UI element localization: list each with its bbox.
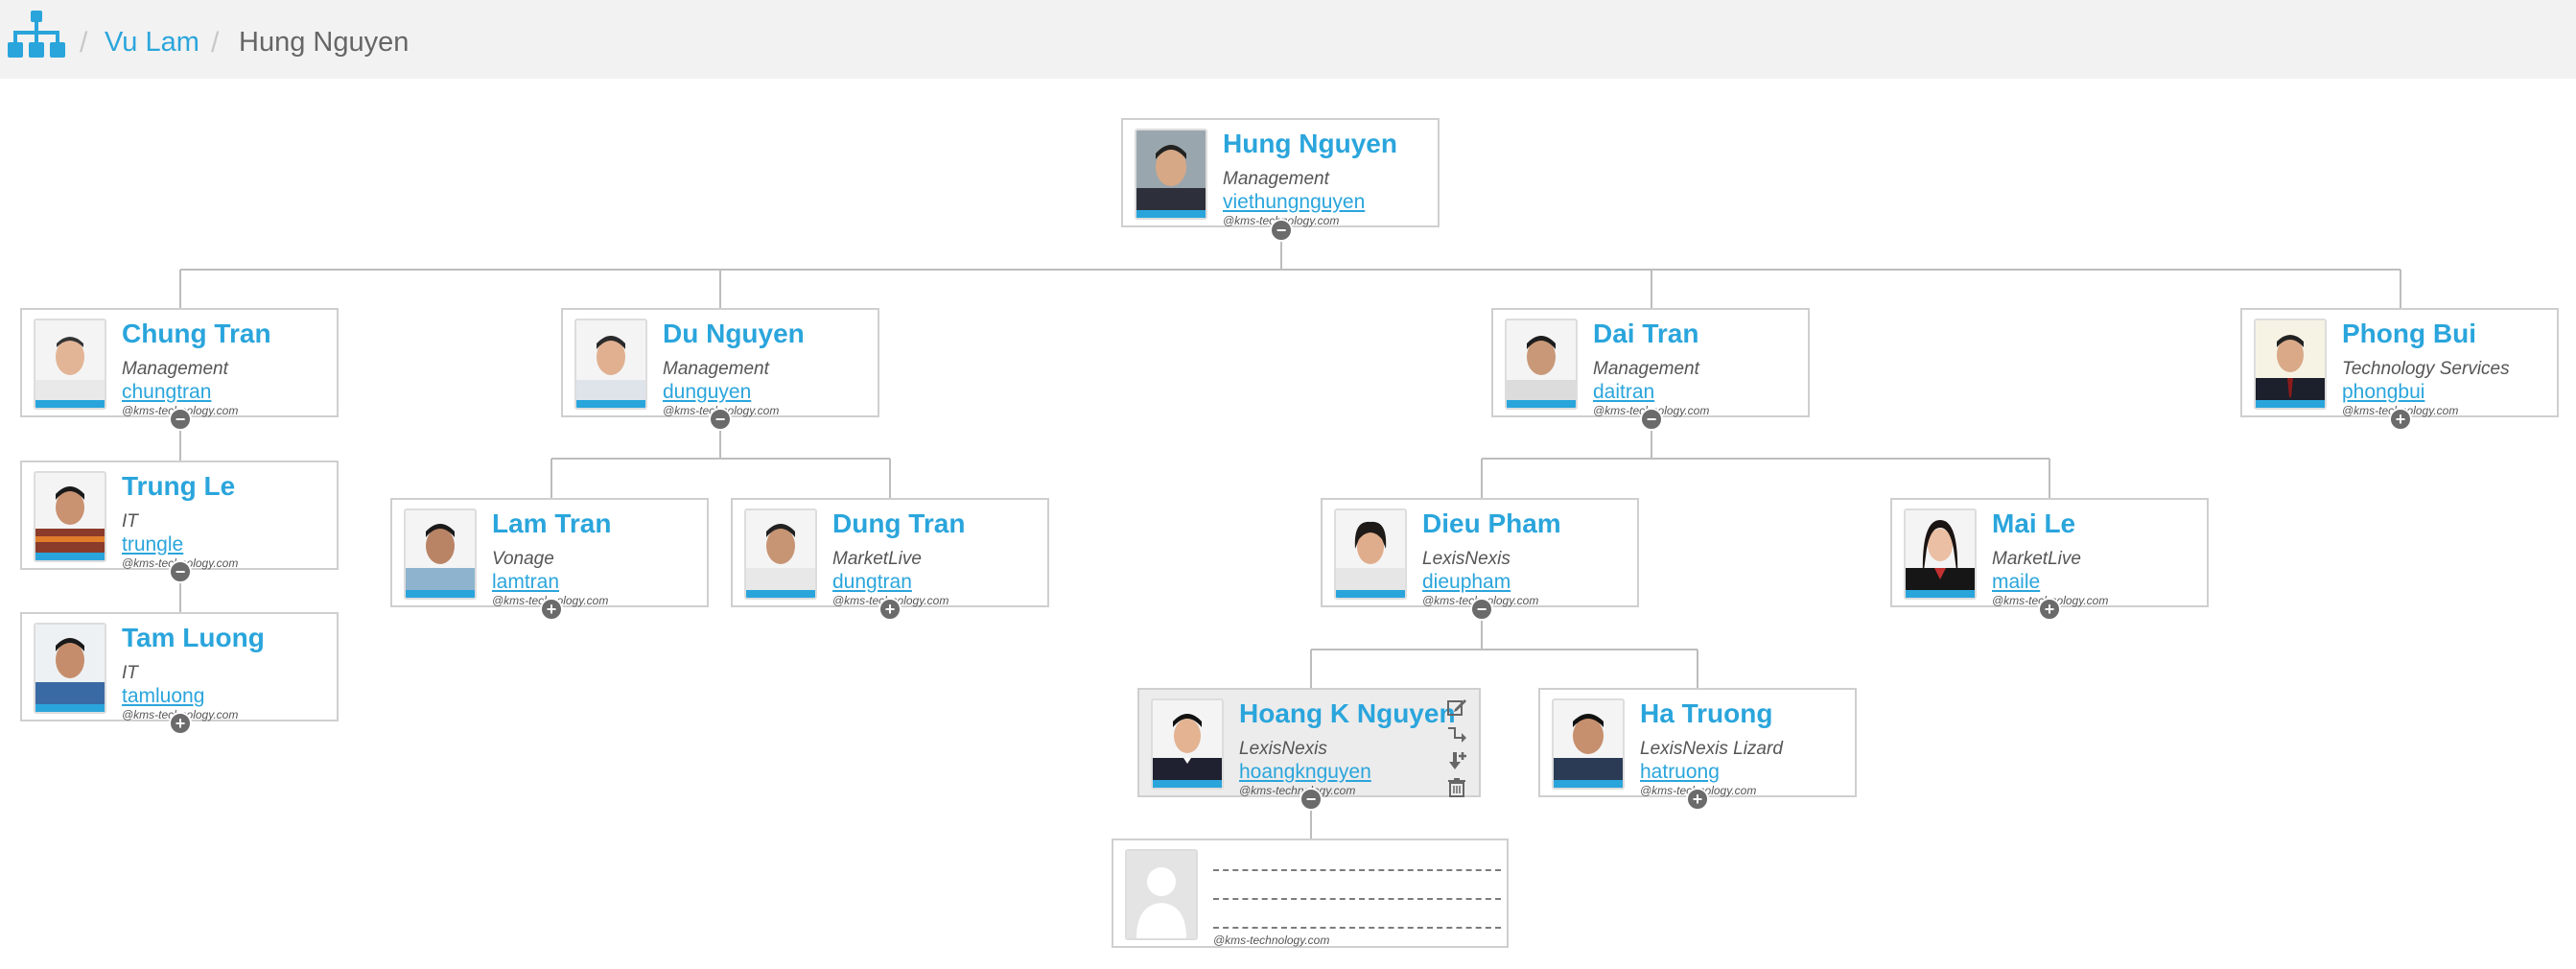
person-name: Du Nguyen [663, 319, 805, 348]
expand-toggle-icon[interactable]: + [878, 598, 902, 621]
org-card-trung-le[interactable]: Trung Le IT trungle @kms-technology.com [20, 461, 339, 570]
person-name: Dai Tran [1593, 319, 1699, 348]
placeholder-name-line [1213, 869, 1501, 871]
person-department: MarketLive [832, 549, 922, 569]
person-name: Hoang K Nguyen [1239, 698, 1456, 728]
avatar [34, 623, 106, 714]
avatar [404, 508, 477, 600]
org-card-du-nguyen[interactable]: Du Nguyen Management dunguyen @kms-techn… [561, 308, 879, 417]
collapse-toggle-icon[interactable]: − [1300, 788, 1323, 811]
person-username-link[interactable]: dunguyen [663, 381, 751, 404]
expand-toggle-icon[interactable]: + [2038, 598, 2061, 621]
person-department: IT [122, 663, 138, 683]
person-name: Chung Tran [122, 319, 271, 348]
person-department: Management [122, 359, 228, 379]
person-name: Phong Bui [2342, 319, 2476, 348]
card-action-toolbar [1444, 694, 1469, 801]
org-card-hung-nguyen[interactable]: Hung Nguyen Management viethungnguyen @k… [1121, 118, 1440, 227]
person-email-domain: @kms-technology.com [1213, 934, 1330, 947]
person-username-link[interactable]: maile [1992, 571, 2040, 594]
collapse-toggle-icon[interactable]: − [169, 560, 192, 583]
add-child-icon[interactable] [1444, 747, 1469, 774]
avatar [574, 319, 647, 410]
placeholder-department-line [1213, 898, 1501, 900]
person-department: LexisNexis [1422, 549, 1510, 569]
org-card-dieu-pham[interactable]: Dieu Pham LexisNexis dieupham @kms-techn… [1321, 498, 1639, 607]
expand-toggle-icon[interactable]: + [2389, 408, 2412, 431]
edit-icon[interactable] [1444, 694, 1469, 721]
person-name: Mai Le [1992, 508, 2076, 538]
collapse-toggle-icon[interactable]: − [1470, 598, 1493, 621]
person-username-link[interactable]: hoangknguyen [1239, 761, 1371, 784]
person-username-link[interactable]: trungle [122, 533, 183, 556]
person-username-link[interactable]: lamtran [492, 571, 559, 594]
org-card-mai-le[interactable]: Mai Le MarketLive maile @kms-technology.… [1890, 498, 2209, 607]
person-department: Vonage [492, 549, 554, 569]
avatar [1505, 319, 1578, 410]
expand-toggle-icon[interactable]: + [540, 598, 563, 621]
avatar [2254, 319, 2327, 410]
person-name: Lam Tran [492, 508, 612, 538]
person-username-link[interactable]: daitran [1593, 381, 1654, 404]
org-card-tam-luong[interactable]: Tam Luong IT tamluong @kms-technology.co… [20, 612, 339, 721]
person-username-link[interactable]: chungtran [122, 381, 211, 404]
org-card-phong-bui[interactable]: Phong Bui Technology Services phongbui @… [2240, 308, 2559, 417]
person-silhouette-icon [1125, 849, 1198, 940]
person-username-link[interactable]: phongbui [2342, 381, 2424, 404]
person-email-domain: @kms-technology.com [1239, 784, 1356, 797]
trash-icon[interactable] [1444, 774, 1469, 801]
person-username-link[interactable]: dungtran [832, 571, 912, 594]
org-card-dai-tran[interactable]: Dai Tran Management daitran @kms-technol… [1491, 308, 1810, 417]
collapse-toggle-icon[interactable]: − [1270, 219, 1293, 242]
collapse-toggle-icon[interactable]: − [709, 408, 732, 431]
person-department: MarketLive [1992, 549, 2081, 569]
person-name: Hung Nguyen [1223, 129, 1397, 158]
org-card-lam-tran[interactable]: Lam Tran Vonage lamtran @kms-technology.… [390, 498, 709, 607]
avatar [34, 471, 106, 562]
collapse-toggle-icon[interactable]: − [1640, 408, 1663, 431]
org-card-ha-truong[interactable]: Ha Truong LexisNexis Lizard hatruong @km… [1538, 688, 1857, 797]
avatar [744, 508, 817, 600]
person-username-link[interactable]: tamluong [122, 685, 204, 708]
person-department: Management [1593, 359, 1699, 379]
person-department: LexisNexis Lizard [1640, 739, 1783, 759]
org-card-dung-tran[interactable]: Dung Tran MarketLive dungtran @kms-techn… [731, 498, 1049, 607]
person-name: Dieu Pham [1422, 508, 1561, 538]
org-card-placeholder[interactable]: @kms-technology.com [1112, 839, 1509, 948]
person-username-link[interactable]: viethungnguyen [1223, 191, 1365, 214]
person-department: Management [1223, 169, 1329, 189]
person-name: Ha Truong [1640, 698, 1773, 728]
person-username-link[interactable]: hatruong [1640, 761, 1720, 784]
person-department: Technology Services [2342, 359, 2510, 379]
org-card-chung-tran[interactable]: Chung Tran Management chungtran @kms-tec… [20, 308, 339, 417]
org-card-hoang-k-nguyen[interactable]: Hoang K Nguyen LexisNexis hoangknguyen @… [1137, 688, 1481, 797]
person-department: LexisNexis [1239, 739, 1327, 759]
person-department: Management [663, 359, 769, 379]
move-icon[interactable] [1444, 721, 1469, 747]
collapse-toggle-icon[interactable]: − [169, 408, 192, 431]
avatar [1334, 508, 1407, 600]
avatar [1151, 698, 1224, 790]
avatar [1552, 698, 1625, 790]
expand-toggle-icon[interactable]: + [1686, 788, 1709, 811]
person-name: Tam Luong [122, 623, 265, 652]
expand-toggle-icon[interactable]: + [169, 712, 192, 735]
avatar [34, 319, 106, 410]
avatar [1135, 129, 1207, 220]
person-username-link[interactable]: dieupham [1422, 571, 1510, 594]
person-name: Trung Le [122, 471, 236, 501]
person-name: Dung Tran [832, 508, 966, 538]
avatar [1904, 508, 1977, 600]
person-department: IT [122, 511, 138, 532]
placeholder-username-line [1213, 927, 1501, 929]
